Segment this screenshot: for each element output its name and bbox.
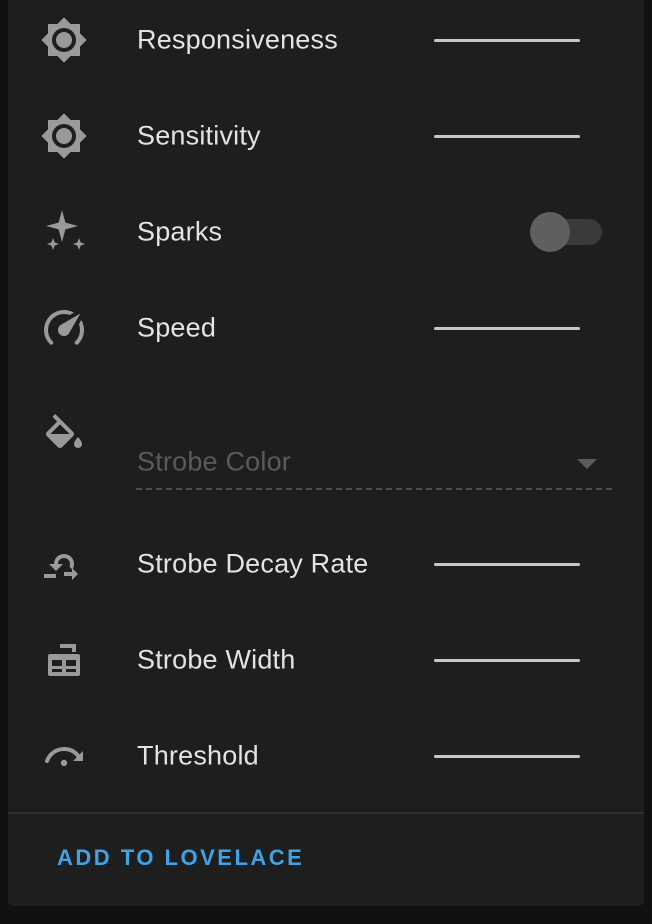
brightness-icon	[40, 112, 88, 160]
row-strobe-decay-rate: Strobe Decay Rate	[8, 516, 644, 612]
row-speed: Speed	[8, 280, 644, 376]
row-label: Responsiveness	[137, 24, 338, 55]
row-label: Threshold	[137, 740, 259, 771]
row-responsiveness: Responsiveness	[8, 0, 644, 88]
strobe-width-slider[interactable]	[434, 659, 580, 662]
sparkles-icon	[40, 208, 88, 256]
row-sparks: Sparks	[8, 184, 644, 280]
restore-arrow-icon	[40, 540, 88, 588]
sparks-toggle[interactable]	[530, 212, 602, 252]
brightness-icon	[40, 16, 88, 64]
entity-settings-card: Responsiveness Sensitivity Sparks Speed	[8, 0, 644, 906]
chevron-down-icon[interactable]	[577, 459, 597, 469]
strobe-color-select-underline	[136, 488, 612, 490]
arc-arrow-icon	[40, 732, 88, 780]
row-sensitivity: Sensitivity	[8, 88, 644, 184]
toggle-thumb	[530, 212, 570, 252]
row-threshold: Threshold	[8, 708, 644, 804]
row-strobe-width: Strobe Width	[8, 612, 644, 708]
paint-bucket-icon	[40, 414, 88, 462]
threshold-slider[interactable]	[434, 755, 580, 758]
row-label: Speed	[137, 312, 217, 343]
row-label: Strobe Decay Rate	[137, 548, 369, 579]
responsiveness-slider[interactable]	[434, 39, 580, 42]
card-actions-divider	[8, 812, 644, 814]
row-label: Sensitivity	[137, 120, 261, 151]
speedometer-icon	[40, 304, 88, 352]
speed-slider[interactable]	[434, 327, 580, 330]
sensitivity-slider[interactable]	[434, 135, 580, 138]
row-label: Sparks	[137, 216, 223, 247]
row-label: Strobe Width	[137, 644, 296, 675]
add-to-lovelace-button[interactable]: ADD TO LOVELACE	[57, 845, 304, 871]
table-sized-icon	[40, 636, 88, 684]
row-strobe-color: Strobe Color	[8, 390, 644, 486]
strobe-color-select-label[interactable]: Strobe Color	[137, 447, 291, 478]
strobe-decay-rate-slider[interactable]	[434, 563, 580, 566]
